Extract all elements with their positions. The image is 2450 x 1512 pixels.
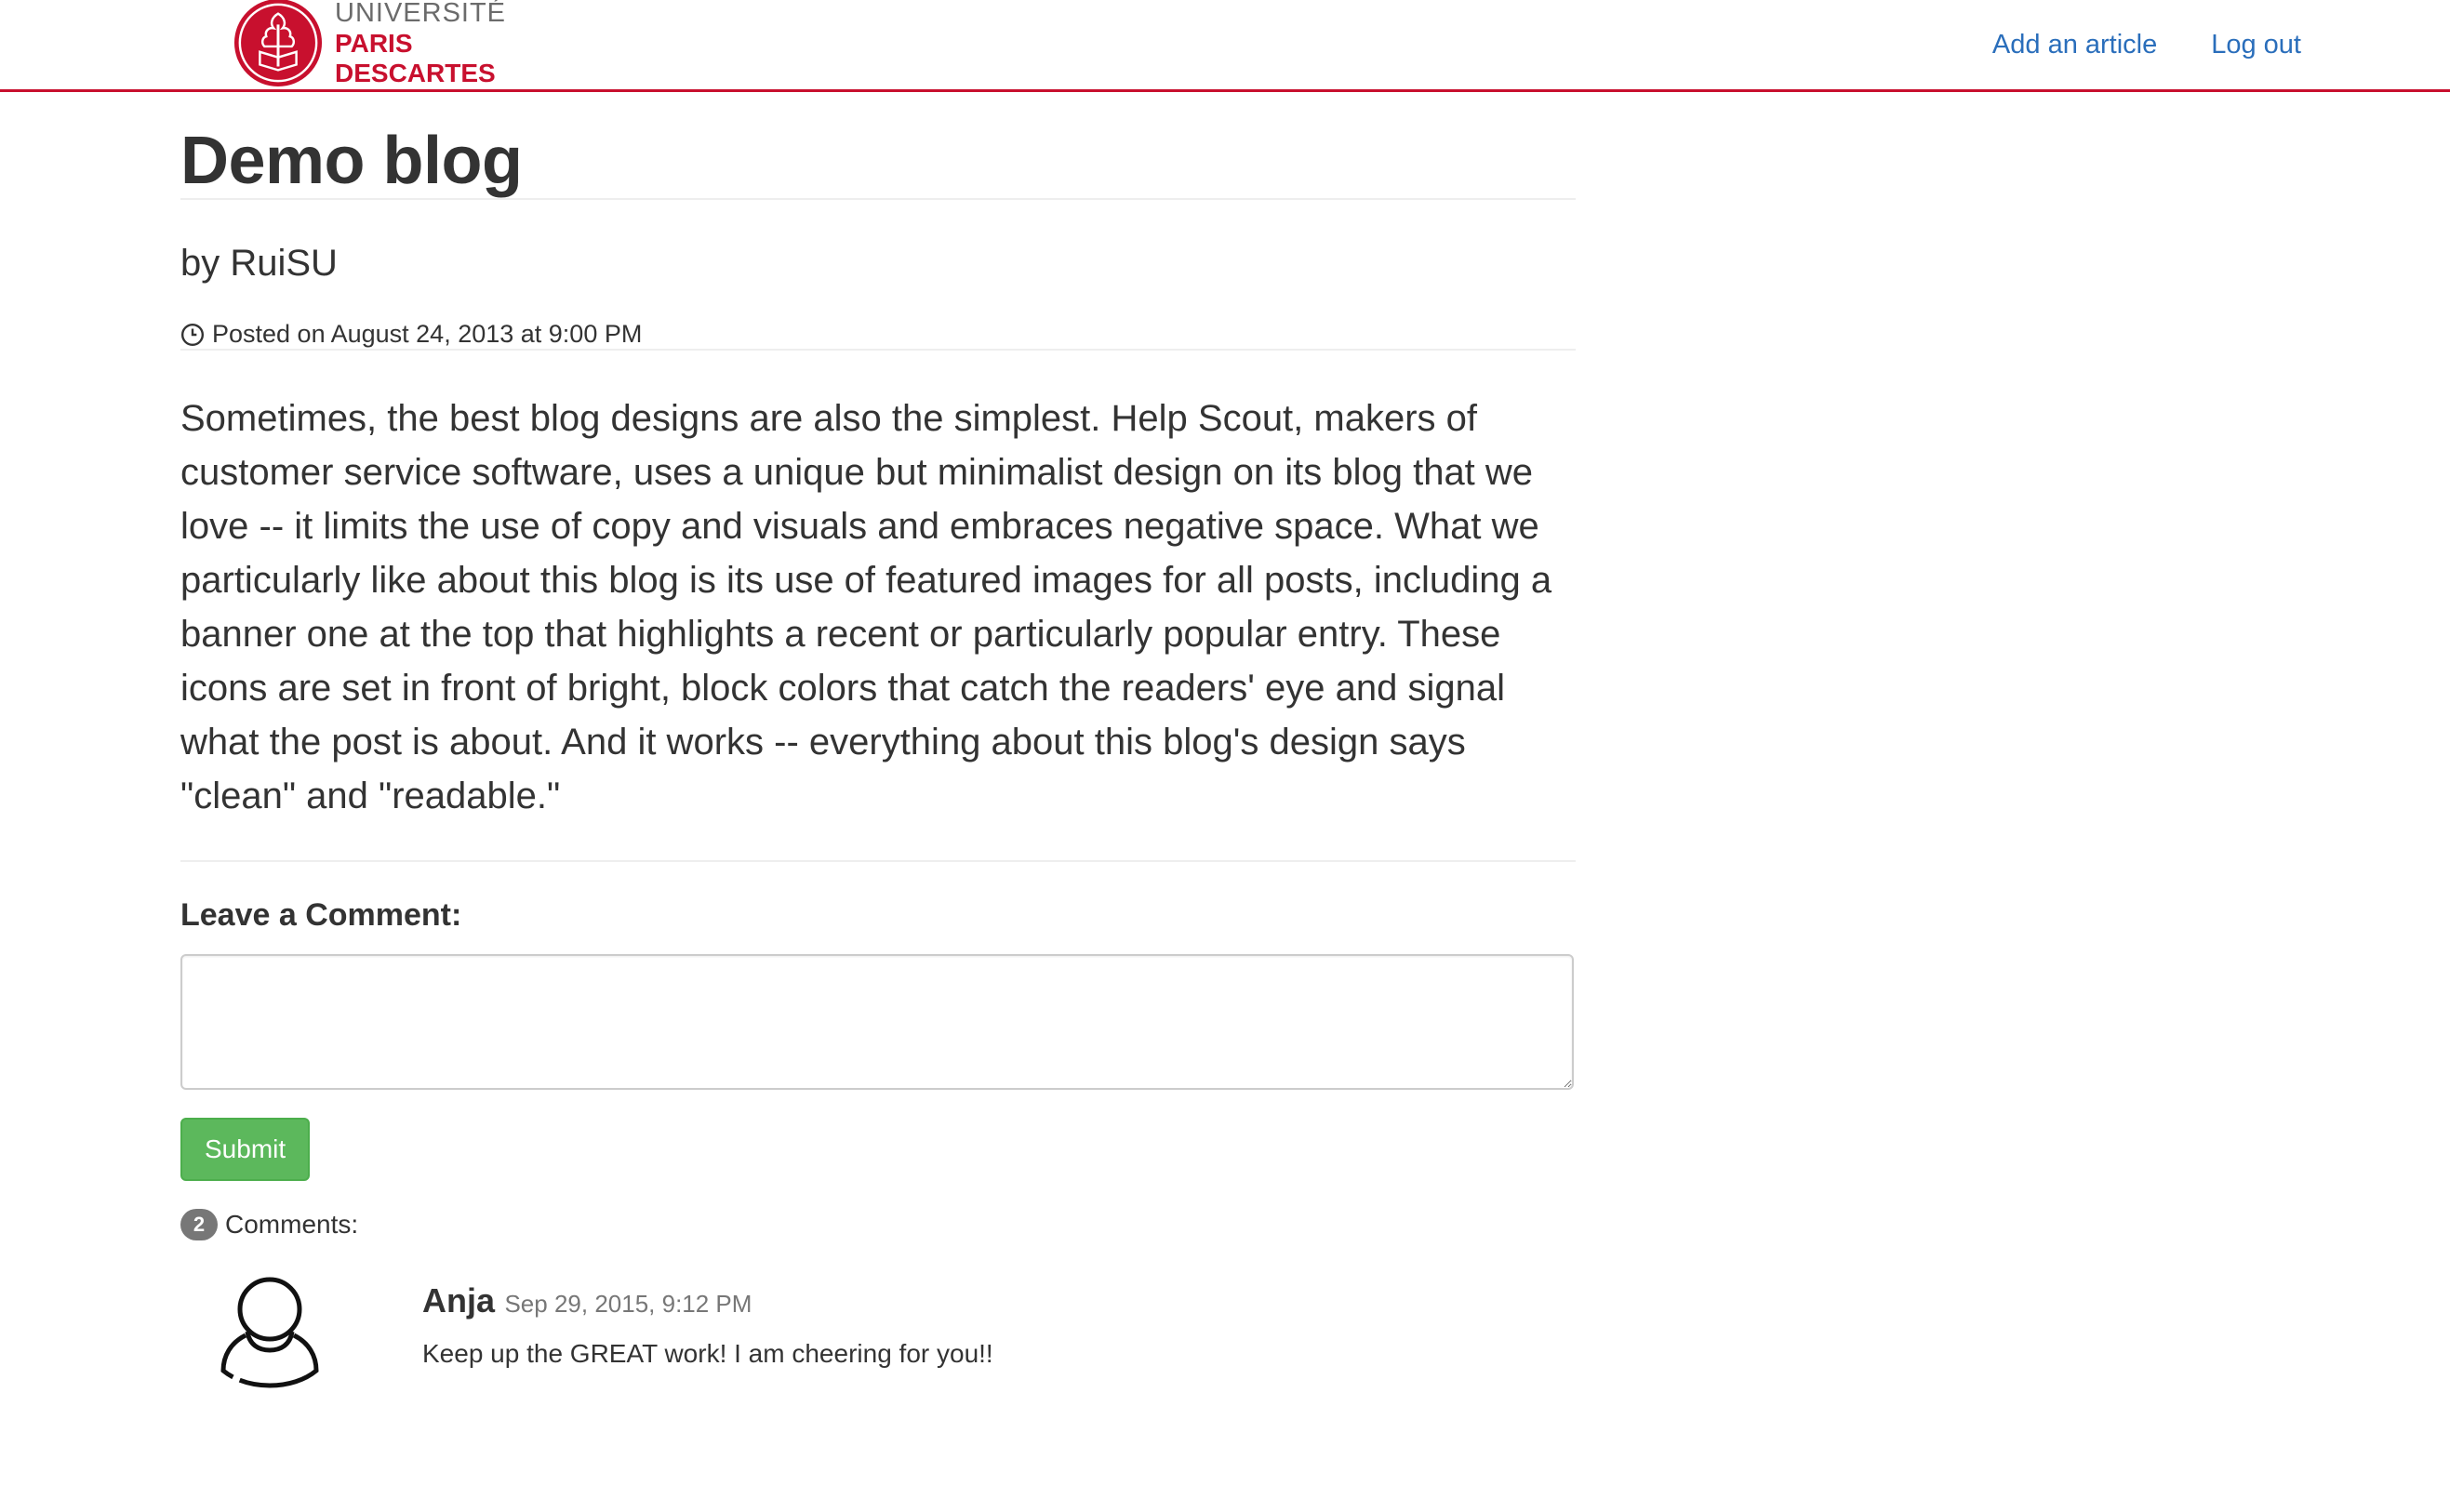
comment-author: Anja xyxy=(422,1281,496,1320)
post-date: Posted on August 24, 2013 at 9:00 PM xyxy=(212,320,643,349)
logo-line-descartes: DESCARTES xyxy=(335,58,496,87)
comment-textarea[interactable] xyxy=(180,954,1574,1091)
comment-body: Anja Sep 29, 2015, 9:12 PM Keep up the G… xyxy=(422,1281,993,1369)
main-content: Demo blog by RuiSU Posted on August 24, … xyxy=(180,89,1576,1395)
comment-item: Anja Sep 29, 2015, 9:12 PM Keep up the G… xyxy=(180,1265,1576,1395)
add-article-link[interactable]: Add an article xyxy=(1992,30,2157,60)
comments-count-badge: 2 xyxy=(180,1209,218,1241)
university-logo[interactable]: UNIVERSITÉ PARIS DESCARTES xyxy=(233,0,506,89)
comments-label: Comments: xyxy=(225,1210,359,1240)
post-author: by RuiSU xyxy=(180,243,338,285)
nav-links: Add an article Log out xyxy=(1938,0,2301,89)
comments-count-line: 2 Comments: xyxy=(180,1209,1576,1241)
university-seal-icon xyxy=(233,0,323,87)
logo-line-universite: UNIVERSITÉ xyxy=(335,0,507,28)
user-outline-icon xyxy=(220,1277,319,1388)
log-out-link[interactable]: Log out xyxy=(2211,30,2301,60)
divider xyxy=(180,349,1576,351)
divider xyxy=(180,860,1576,863)
post-title: Demo blog xyxy=(180,124,523,198)
post-body: Sometimes, the best blog designs are als… xyxy=(180,398,1552,817)
submit-button[interactable]: Submit xyxy=(180,1118,311,1182)
divider xyxy=(180,198,1576,201)
clock-icon xyxy=(180,323,205,346)
comment-date: Sep 29, 2015, 9:12 PM xyxy=(504,1290,752,1319)
navbar: UNIVERSITÉ PARIS DESCARTES Add an articl… xyxy=(0,0,2450,92)
comment-text: Keep up the GREAT work! I am cheering fo… xyxy=(422,1339,993,1369)
logo-line-paris: PARIS xyxy=(335,28,413,58)
post-date-line: Posted on August 24, 2013 at 9:00 PM xyxy=(180,320,1576,349)
comment-form-heading: Leave a Comment: xyxy=(180,897,462,934)
logo-text: UNIVERSITÉ PARIS DESCARTES xyxy=(335,0,506,86)
